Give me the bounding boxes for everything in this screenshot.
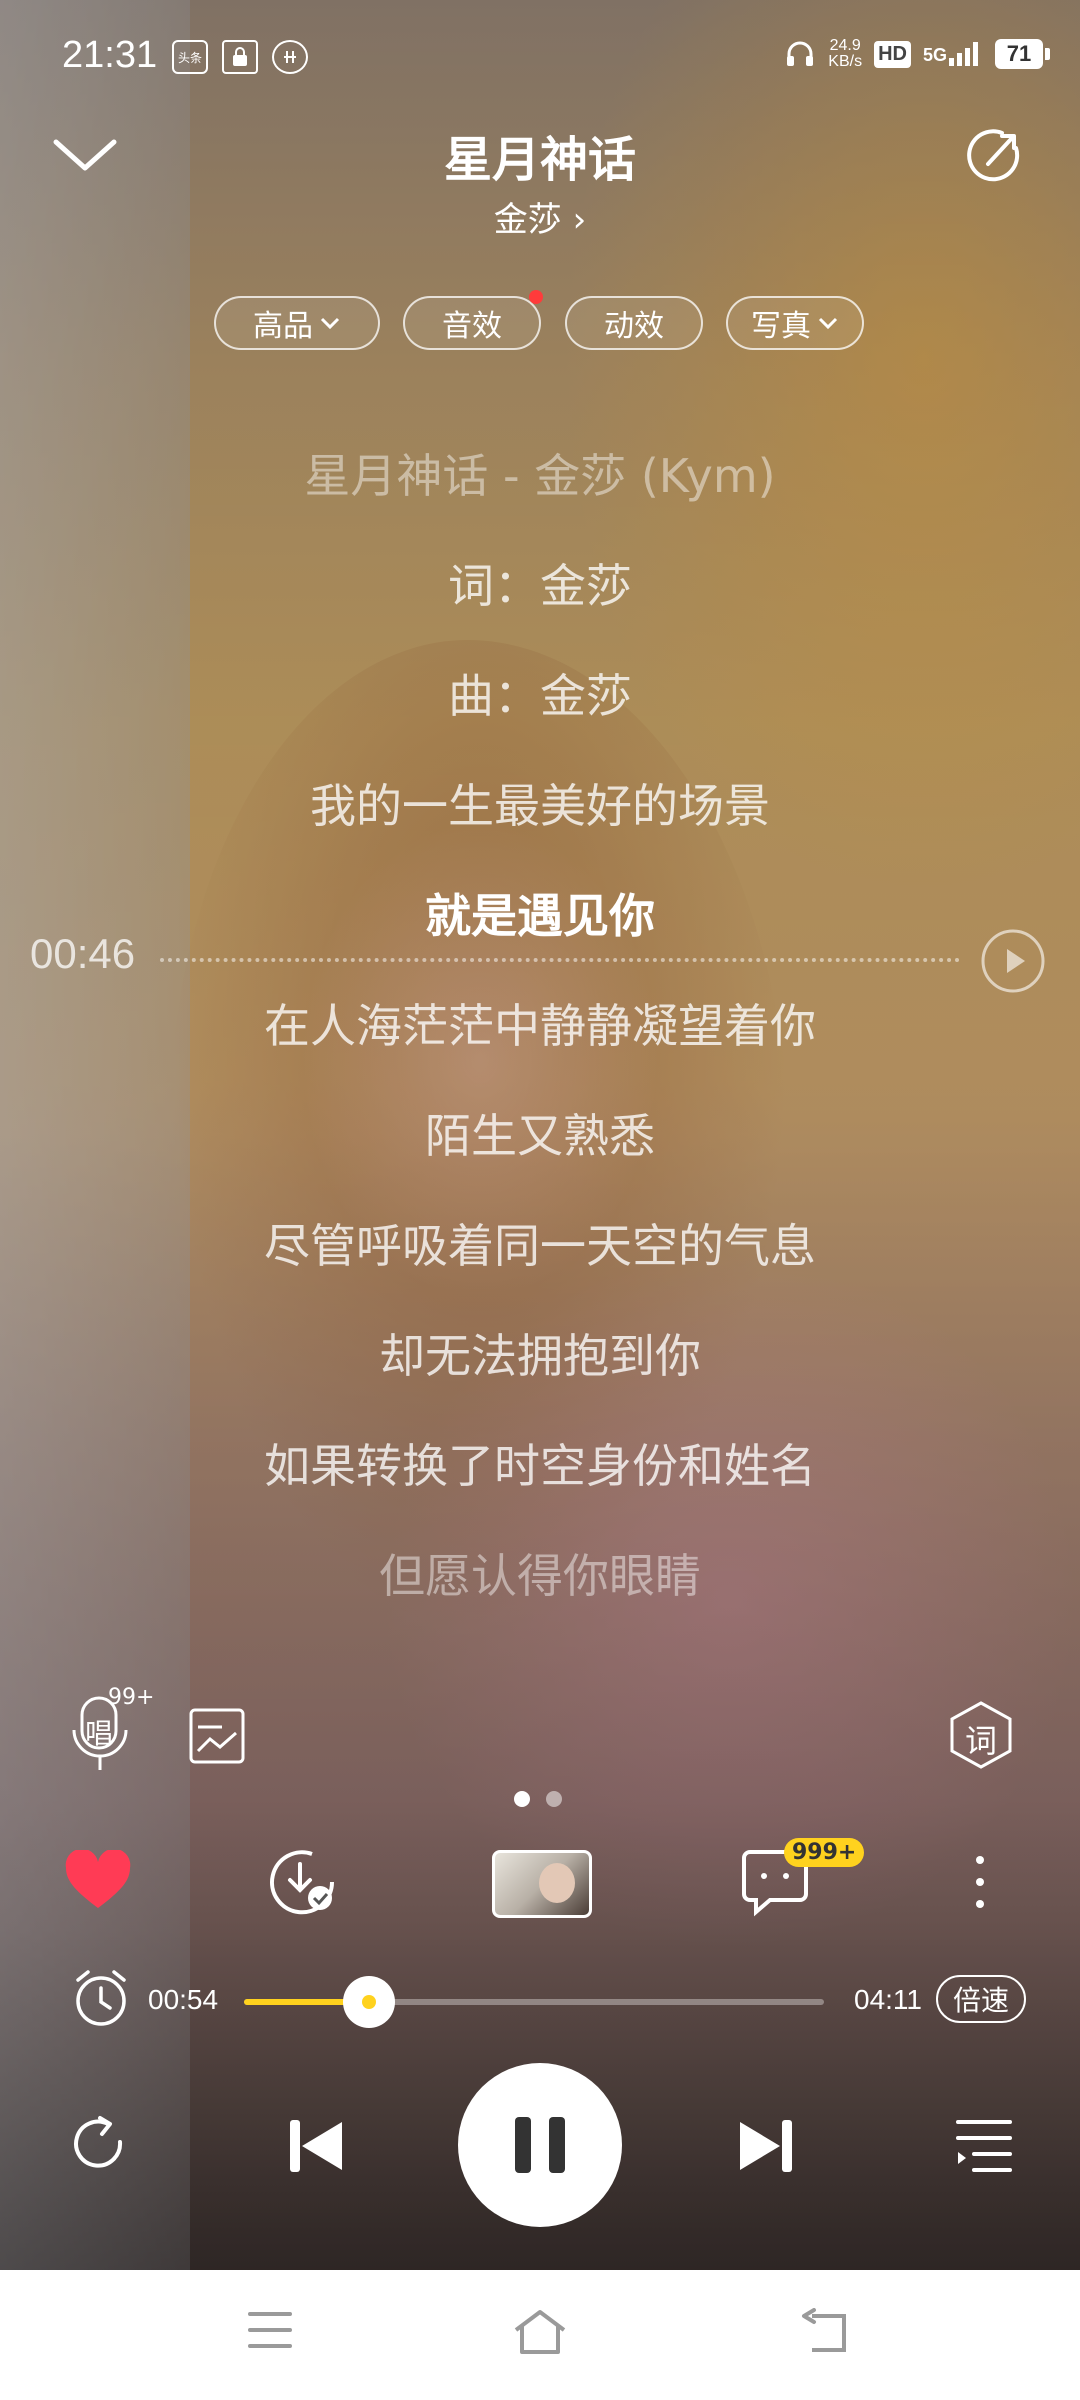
playlist-icon: [956, 2120, 1012, 2172]
chip-label: 高品: [253, 309, 313, 344]
total-time: 04:11: [854, 1984, 922, 2015]
playlist-button[interactable]: [954, 2118, 1014, 2178]
lyric-line: 星月神话 - 金莎 (Kym): [304, 449, 776, 503]
poster-button[interactable]: [188, 1707, 246, 1769]
nav-home-button[interactable]: [510, 2308, 570, 2360]
chip-label: 音效: [442, 309, 502, 344]
lyric-line: 尽管呼吸着同一天空的气息: [264, 1219, 816, 1273]
photo-chip[interactable]: 写真: [726, 296, 864, 350]
lyric-line: 但愿认得你眼睛: [379, 1549, 701, 1603]
signal-icon: 5G: [923, 42, 983, 66]
heart-icon: [65, 1848, 131, 1908]
repeat-mode-button[interactable]: [66, 2112, 132, 2182]
back-icon: [802, 2308, 846, 2352]
more-button[interactable]: [970, 1852, 990, 1916]
image-card-icon: [189, 1708, 245, 1764]
music-player-screen: 21:31 头条 24.9 KB/s HD 5G 71 星月神话 金莎 › 高品…: [0, 0, 1080, 2400]
lyric-line: 却无法拥抱到你: [379, 1329, 701, 1383]
status-right-icons: 24.9 KB/s HD 5G 71: [784, 38, 1050, 70]
sim-icon: [272, 40, 308, 74]
quality-chip[interactable]: 高品: [214, 296, 380, 350]
chip-label: 动效: [604, 309, 664, 344]
notification-dot: [529, 290, 543, 304]
pause-button[interactable]: [458, 2063, 622, 2227]
collapse-button[interactable]: [50, 130, 120, 180]
lyric-seek-line: [160, 958, 960, 962]
speed-unit: KB/s: [828, 53, 863, 70]
lyric-line: 我的一生最美好的场景: [310, 779, 770, 833]
sound-effect-chip[interactable]: 音效: [403, 290, 543, 350]
chevron-down-icon: [53, 139, 117, 171]
progress-bar[interactable]: [244, 1976, 824, 2028]
comment-count-badge: 999+: [784, 1838, 865, 1867]
nav-menu-button[interactable]: [246, 2308, 294, 2356]
toutiao-badge-text: 头条: [177, 50, 202, 65]
home-icon: [514, 2310, 566, 2354]
share-button[interactable]: [962, 122, 1028, 188]
status-bar: 21:31 头条 24.9 KB/s HD 5G 71: [0, 0, 1080, 110]
next-button[interactable]: [736, 2116, 796, 2180]
hd-badge: HD: [874, 40, 911, 68]
lock-icon: [222, 40, 258, 74]
lyric-seek-row: 00:46: [0, 929, 1080, 993]
network-type: 5G: [922, 45, 947, 65]
lyric-line: 陌生又熟悉: [425, 1109, 655, 1163]
download-button[interactable]: [266, 1846, 338, 1922]
battery-icon: 71: [995, 39, 1050, 69]
system-navigation-bar: [0, 2270, 1080, 2400]
artist-name: 金莎: [493, 200, 562, 240]
playback-speed-button[interactable]: 倍速: [936, 1975, 1026, 2023]
play-circle-icon: [981, 929, 1045, 993]
pause-icon-bar: [515, 2117, 531, 2173]
more-vertical-icon: [976, 1856, 984, 1908]
sleep-timer-button[interactable]: [72, 1968, 130, 2032]
status-time: 21:31: [62, 34, 158, 76]
lyrics-toggle-button[interactable]: 词: [948, 1700, 1014, 1774]
speed-value: 24.9: [829, 37, 861, 54]
download-icon: [270, 1850, 335, 1915]
song-title: 星月神话: [443, 132, 636, 188]
animation-chip[interactable]: 动效: [565, 296, 703, 350]
battery-level: 71: [995, 39, 1043, 69]
lyric-line: 在人海茫茫中静静凝望着你: [264, 999, 816, 1053]
lyric-line: 如果转换了时空身份和姓名: [264, 1439, 816, 1493]
chip-label: 写真: [751, 309, 811, 344]
menu-icon: [248, 2312, 292, 2348]
status-left-icons: 头条: [172, 40, 308, 74]
lyric-seek-play-button[interactable]: [980, 928, 1046, 994]
toutiao-icon: 头条: [172, 40, 208, 74]
battery-tip: [1045, 48, 1050, 60]
chevron-right-icon: ›: [572, 200, 587, 240]
lyric-seek-time: 00:46: [30, 930, 136, 977]
sing-count-badge: 99+: [108, 1685, 155, 1710]
thumbnail-image: [539, 1863, 575, 1903]
previous-button[interactable]: [286, 2116, 346, 2180]
skip-previous-icon: [290, 2120, 342, 2172]
headphones-icon: [787, 41, 814, 66]
page-dot-active: [514, 1791, 530, 1807]
lyric-line: 曲：金莎: [448, 669, 632, 723]
repeat-icon: [74, 2116, 123, 2168]
pause-icon-bar: [549, 2117, 565, 2173]
nav-back-button[interactable]: [800, 2308, 850, 2360]
chevron-down-icon: [818, 317, 838, 330]
page-indicator: [514, 1791, 562, 1807]
skip-next-icon: [740, 2120, 792, 2172]
share-icon: [967, 129, 1020, 182]
page-dot: [546, 1791, 562, 1807]
lyric-line: 词：金莎: [448, 559, 632, 613]
like-button[interactable]: [64, 1848, 132, 1914]
progress-handle-dot: [361, 1995, 376, 2009]
artist-link[interactable]: 金莎 ›: [340, 192, 740, 241]
alarm-clock-icon: [76, 1970, 126, 2026]
network-speed: 24.9 KB/s: [828, 38, 862, 70]
progress-handle[interactable]: [342, 1976, 395, 2028]
current-time: 00:54: [148, 1984, 219, 2015]
lyrics-toggle-label: 词: [964, 1722, 997, 1760]
sing-label: 唱: [84, 1717, 113, 1750]
video-thumbnail-button[interactable]: [492, 1850, 592, 1918]
chevron-down-icon: [320, 317, 340, 330]
